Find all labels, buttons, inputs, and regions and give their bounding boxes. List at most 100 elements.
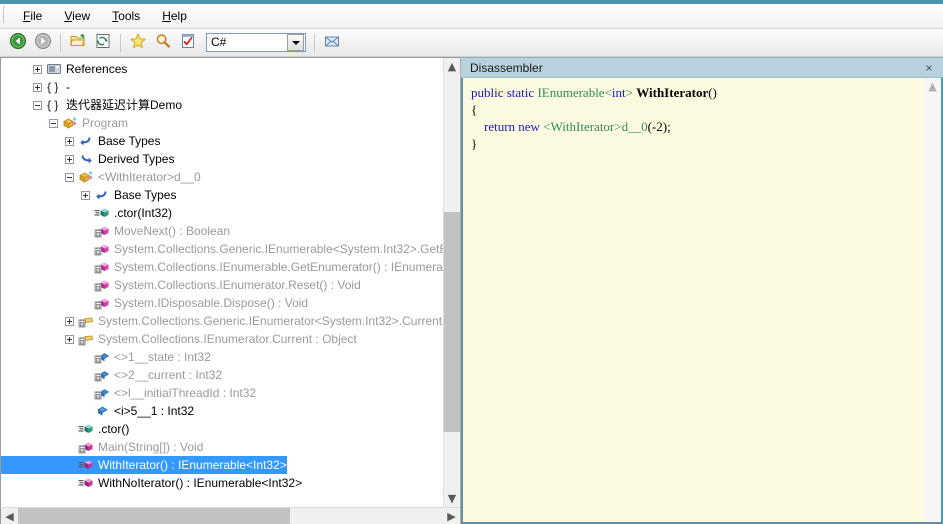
scroll-up-button[interactable]: ▲ xyxy=(444,58,460,75)
expand-icon[interactable] xyxy=(65,316,74,326)
tree-row[interactable]: { } - xyxy=(1,78,443,96)
back-icon xyxy=(9,32,27,53)
refresh-button[interactable] xyxy=(91,31,115,55)
field-public-icon xyxy=(94,403,110,419)
tree-row-label: System.Collections.IEnumerable.GetEnumer… xyxy=(114,260,443,274)
tree-row[interactable]: <>l__initialThreadId : Int32 xyxy=(1,384,443,402)
scroll-right-button[interactable]: ▶ xyxy=(443,510,460,523)
favorites-button[interactable] xyxy=(126,31,150,55)
expand-icon[interactable] xyxy=(81,190,90,200)
expand-icon[interactable] xyxy=(65,154,74,164)
expand-icon[interactable] xyxy=(33,64,42,74)
analyze-button[interactable] xyxy=(176,31,200,55)
menu-help[interactable]: Help xyxy=(151,6,198,26)
method-static-icon xyxy=(78,457,94,473)
code-scroll-up-button[interactable]: ▲ xyxy=(924,78,941,95)
collapse-icon[interactable] xyxy=(33,100,42,110)
tree-row-label: <WithIterator>d__0 xyxy=(98,170,201,184)
feedback-button[interactable] xyxy=(320,31,344,55)
assembly-tree[interactable]: References{ } - { } 迭代器延迟计算Demo Program Base … xyxy=(1,58,443,507)
field-private-icon xyxy=(94,385,110,401)
tree-row[interactable]: <WithIterator>d__0 xyxy=(1,168,443,186)
chevron-up-icon: ▲ xyxy=(447,60,457,73)
forward-button[interactable] xyxy=(31,31,55,55)
tree-row[interactable]: <i>5__1 : Int32 xyxy=(1,402,443,420)
code-method-parens: () xyxy=(708,85,717,100)
code-close-brace: } xyxy=(471,136,478,151)
chevron-down-icon[interactable] xyxy=(287,34,304,51)
code-text[interactable]: public static IEnumerable<int> WithItera… xyxy=(463,78,924,522)
tree-vertical-scrollbar[interactable]: ▲ ▼ xyxy=(443,58,460,507)
tree-row[interactable]: References xyxy=(1,60,443,78)
code-open-brace: { xyxy=(471,102,478,117)
search-icon xyxy=(154,32,172,53)
chevron-up-icon: ▲ xyxy=(928,80,937,93)
tree-hscroll-track[interactable] xyxy=(18,507,443,524)
expand-icon[interactable] xyxy=(65,334,74,344)
tree-row-label: Base Types xyxy=(98,134,161,148)
assembly-browser-pane: References{ } - { } 迭代器延迟计算Demo Program Base … xyxy=(0,57,461,524)
constructor-icon xyxy=(94,205,110,221)
search-button[interactable] xyxy=(151,31,175,55)
property-private-icon xyxy=(78,331,94,347)
tree-row-label: WithNoIterator() : IEnumerable<Int32> xyxy=(98,476,303,490)
tree-row[interactable]: WithNoIterator() : IEnumerable<Int32> xyxy=(1,474,443,492)
toolbar: C# xyxy=(0,29,943,57)
method-private-icon xyxy=(94,241,110,257)
tree-row[interactable]: System.Collections.Generic.IEnumerable<S… xyxy=(1,240,443,258)
chevron-down-icon: ▼ xyxy=(447,492,457,505)
tree-row[interactable]: Main(String[]) : Void xyxy=(1,438,443,456)
tree-row[interactable]: System.Collections.IEnumerator.Reset() :… xyxy=(1,276,443,294)
menu-view[interactable]: View xyxy=(53,6,101,26)
back-button[interactable] xyxy=(6,31,30,55)
tree-vscroll-track[interactable] xyxy=(444,75,460,490)
tree-row[interactable]: { } 迭代器延迟计算Demo xyxy=(1,96,443,114)
tree-row[interactable]: .ctor() xyxy=(1,420,443,438)
method-static-icon xyxy=(78,475,94,491)
tree-row[interactable]: Program xyxy=(1,114,443,132)
tree-row-label: Derived Types xyxy=(98,152,175,166)
tree-row-selected[interactable]: WithIterator() : IEnumerable<Int32> xyxy=(1,456,287,474)
menu-file-label: ile xyxy=(30,9,43,23)
tree-horizontal-scrollbar[interactable]: ◀ ▶ xyxy=(0,507,460,524)
mail-icon xyxy=(323,32,341,53)
menu-bar: File View Tools Help xyxy=(0,4,943,29)
scroll-down-button[interactable]: ▼ xyxy=(444,490,460,507)
base-types-icon xyxy=(78,133,94,149)
close-icon[interactable]: × xyxy=(921,60,937,76)
code-vscroll-track[interactable] xyxy=(924,95,941,522)
base-types-icon xyxy=(94,187,110,203)
tree-row-label: Base Types xyxy=(114,188,177,202)
scroll-left-button[interactable]: ◀ xyxy=(1,510,18,523)
chevron-right-icon: ▶ xyxy=(447,509,456,523)
code-keyword-return-new: return new xyxy=(484,119,544,134)
expand-icon[interactable] xyxy=(65,136,74,146)
tree-row[interactable]: Derived Types xyxy=(1,150,443,168)
tree-row[interactable]: .ctor(Int32) xyxy=(1,204,443,222)
tree-row[interactable]: Base Types xyxy=(1,132,443,150)
tree-row-label: WithIterator() : IEnumerable<Int32> xyxy=(98,458,287,472)
menu-tools[interactable]: Tools xyxy=(101,6,151,26)
tree-row[interactable]: Base Types xyxy=(1,186,443,204)
tree-row-label: MoveNext() : Boolean xyxy=(114,224,231,238)
tree-row[interactable]: <>1__state : Int32 xyxy=(1,348,443,366)
tree-row[interactable]: System.IDisposable.Dispose() : Void xyxy=(1,294,443,312)
tree-row[interactable]: System.Collections.Generic.IEnumerator<S… xyxy=(1,312,443,330)
open-button[interactable] xyxy=(66,31,90,55)
collapse-icon[interactable] xyxy=(49,118,58,128)
tree-row-label: Program xyxy=(82,116,129,130)
expand-icon[interactable] xyxy=(33,82,42,92)
menu-file[interactable]: File xyxy=(12,6,53,26)
tree-row[interactable]: System.Collections.IEnumerable.GetEnumer… xyxy=(1,258,443,276)
tree-row-label: 迭代器延迟计算Demo xyxy=(66,98,183,112)
tree-row[interactable]: System.Collections.IEnumerator.Current :… xyxy=(1,330,443,348)
svg-text:{ }: { } xyxy=(47,98,58,112)
derived-types-icon xyxy=(78,151,94,167)
code-vertical-scrollbar[interactable]: ▲ xyxy=(924,78,941,522)
tree-hscroll-thumb[interactable] xyxy=(18,507,290,524)
tree-row[interactable]: MoveNext() : Boolean xyxy=(1,222,443,240)
tree-row[interactable]: <>2__current : Int32 xyxy=(1,366,443,384)
tree-vscroll-thumb[interactable] xyxy=(444,211,460,432)
collapse-icon[interactable] xyxy=(65,172,74,182)
language-combobox[interactable]: C# xyxy=(206,33,306,52)
